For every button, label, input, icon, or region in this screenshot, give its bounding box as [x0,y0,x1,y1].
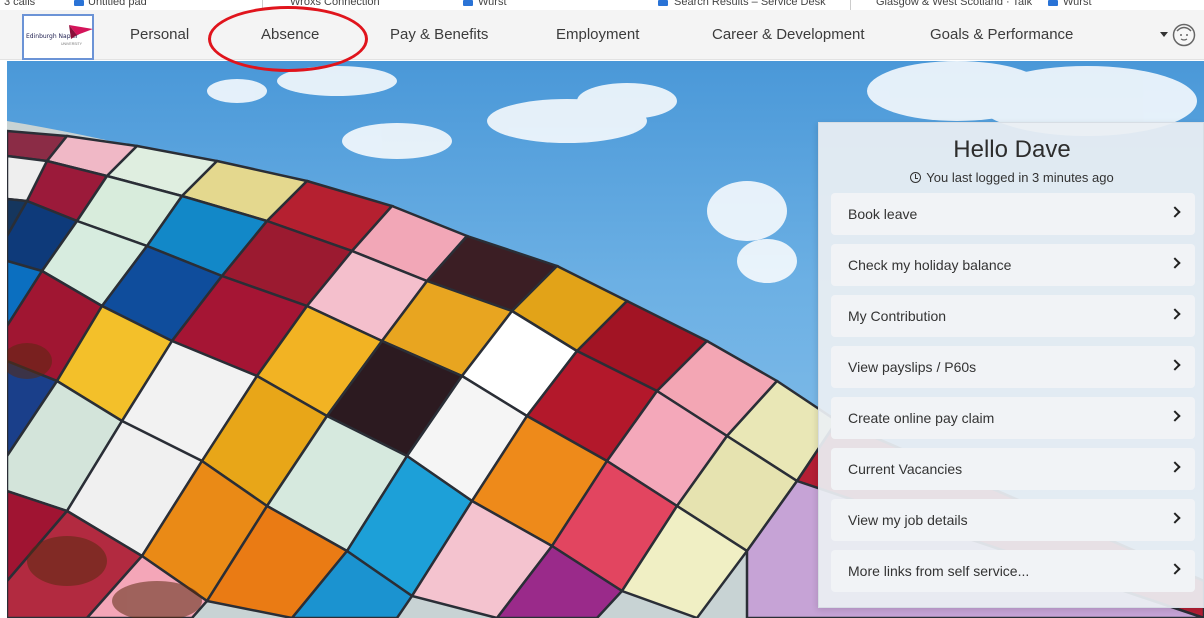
university-logo[interactable]: Edinburgh Napier UNIVERSITY [22,14,94,60]
top-navigation-bar: Edinburgh Napier UNIVERSITY Personal Abs… [0,10,1204,60]
chevron-right-icon [1169,206,1181,218]
bookmark[interactable]: Wurst [478,0,507,8]
quick-link-label: Current Vacancies [848,461,963,477]
bookmark[interactable]: Glasgow & West Scotland · Talk [876,0,1032,8]
logo-subtext: UNIVERSITY [61,42,83,46]
bookmark[interactable]: Wurst [1063,0,1092,8]
quick-link-label: View my job details [848,512,968,528]
quick-link-my-contribution[interactable]: My Contribution [831,295,1195,337]
bookmark-icon [463,0,473,6]
chevron-right-icon [1169,410,1181,422]
quick-link-payslips[interactable]: View payslips / P60s [831,346,1195,388]
nav-item-career-development[interactable]: Career & Development [712,10,865,60]
chevron-right-icon [1169,359,1181,371]
quick-links-panel: Hello Dave You last logged in 3 minutes … [818,122,1204,608]
greeting-heading: Hello Dave [953,136,1071,163]
chevron-right-icon [1169,461,1181,473]
quick-link-more-links[interactable]: More links from self service... [831,550,1195,592]
nav-item-goals-performance[interactable]: Goals & Performance [930,10,1073,60]
divider [262,0,263,10]
quick-link-label: Create online pay claim [848,410,995,426]
nav-item-employment[interactable]: Employment [556,10,639,60]
bookmark-icon [74,0,84,6]
nav-item-pay-benefits[interactable]: Pay & Benefits [390,10,488,60]
quick-link-label: Check my holiday balance [848,257,1012,273]
quick-link-holiday-balance[interactable]: Check my holiday balance [831,244,1195,286]
clock-icon [910,172,922,183]
quick-link-label: View payslips / P60s [848,359,977,375]
quick-link-label: More links from self service... [848,563,1030,579]
bookmark[interactable]: Wroxs Connection [290,0,380,8]
quick-link-current-vacancies[interactable]: Current Vacancies [831,448,1195,490]
nav-item-personal[interactable]: Personal [130,10,189,60]
bookmark[interactable]: Search Results – Service Desk [674,0,826,8]
chevron-right-icon [1169,257,1181,269]
avatar-icon[interactable] [1172,23,1196,47]
quick-link-pay-claim[interactable]: Create online pay claim [831,397,1195,439]
chevron-right-icon [1169,563,1181,575]
quick-link-job-details[interactable]: View my job details [831,499,1195,541]
last-login-text: You last logged in 3 minutes ago [819,170,1204,185]
caret-down-icon[interactable] [1160,32,1168,37]
quick-link-list: Book leave Check my holiday balance My C… [831,193,1195,601]
bookmark-icon [658,0,668,6]
quick-link-label: Book leave [848,206,918,222]
quick-link-book-leave[interactable]: Book leave [831,193,1195,235]
logo-flag-icon [69,25,93,39]
bookmarks-bar: 3 calls Untitled pad Wroxs Connection Wu… [0,0,1204,10]
chevron-right-icon [1169,512,1181,524]
chevron-right-icon [1169,308,1181,320]
nav-item-absence[interactable]: Absence [261,10,319,60]
bookmark[interactable]: Untitled pad [88,0,147,8]
divider [850,0,851,10]
quick-link-label: My Contribution [848,308,947,324]
bookmark-icon [1048,0,1058,6]
bookmark[interactable]: 3 calls [4,0,35,8]
